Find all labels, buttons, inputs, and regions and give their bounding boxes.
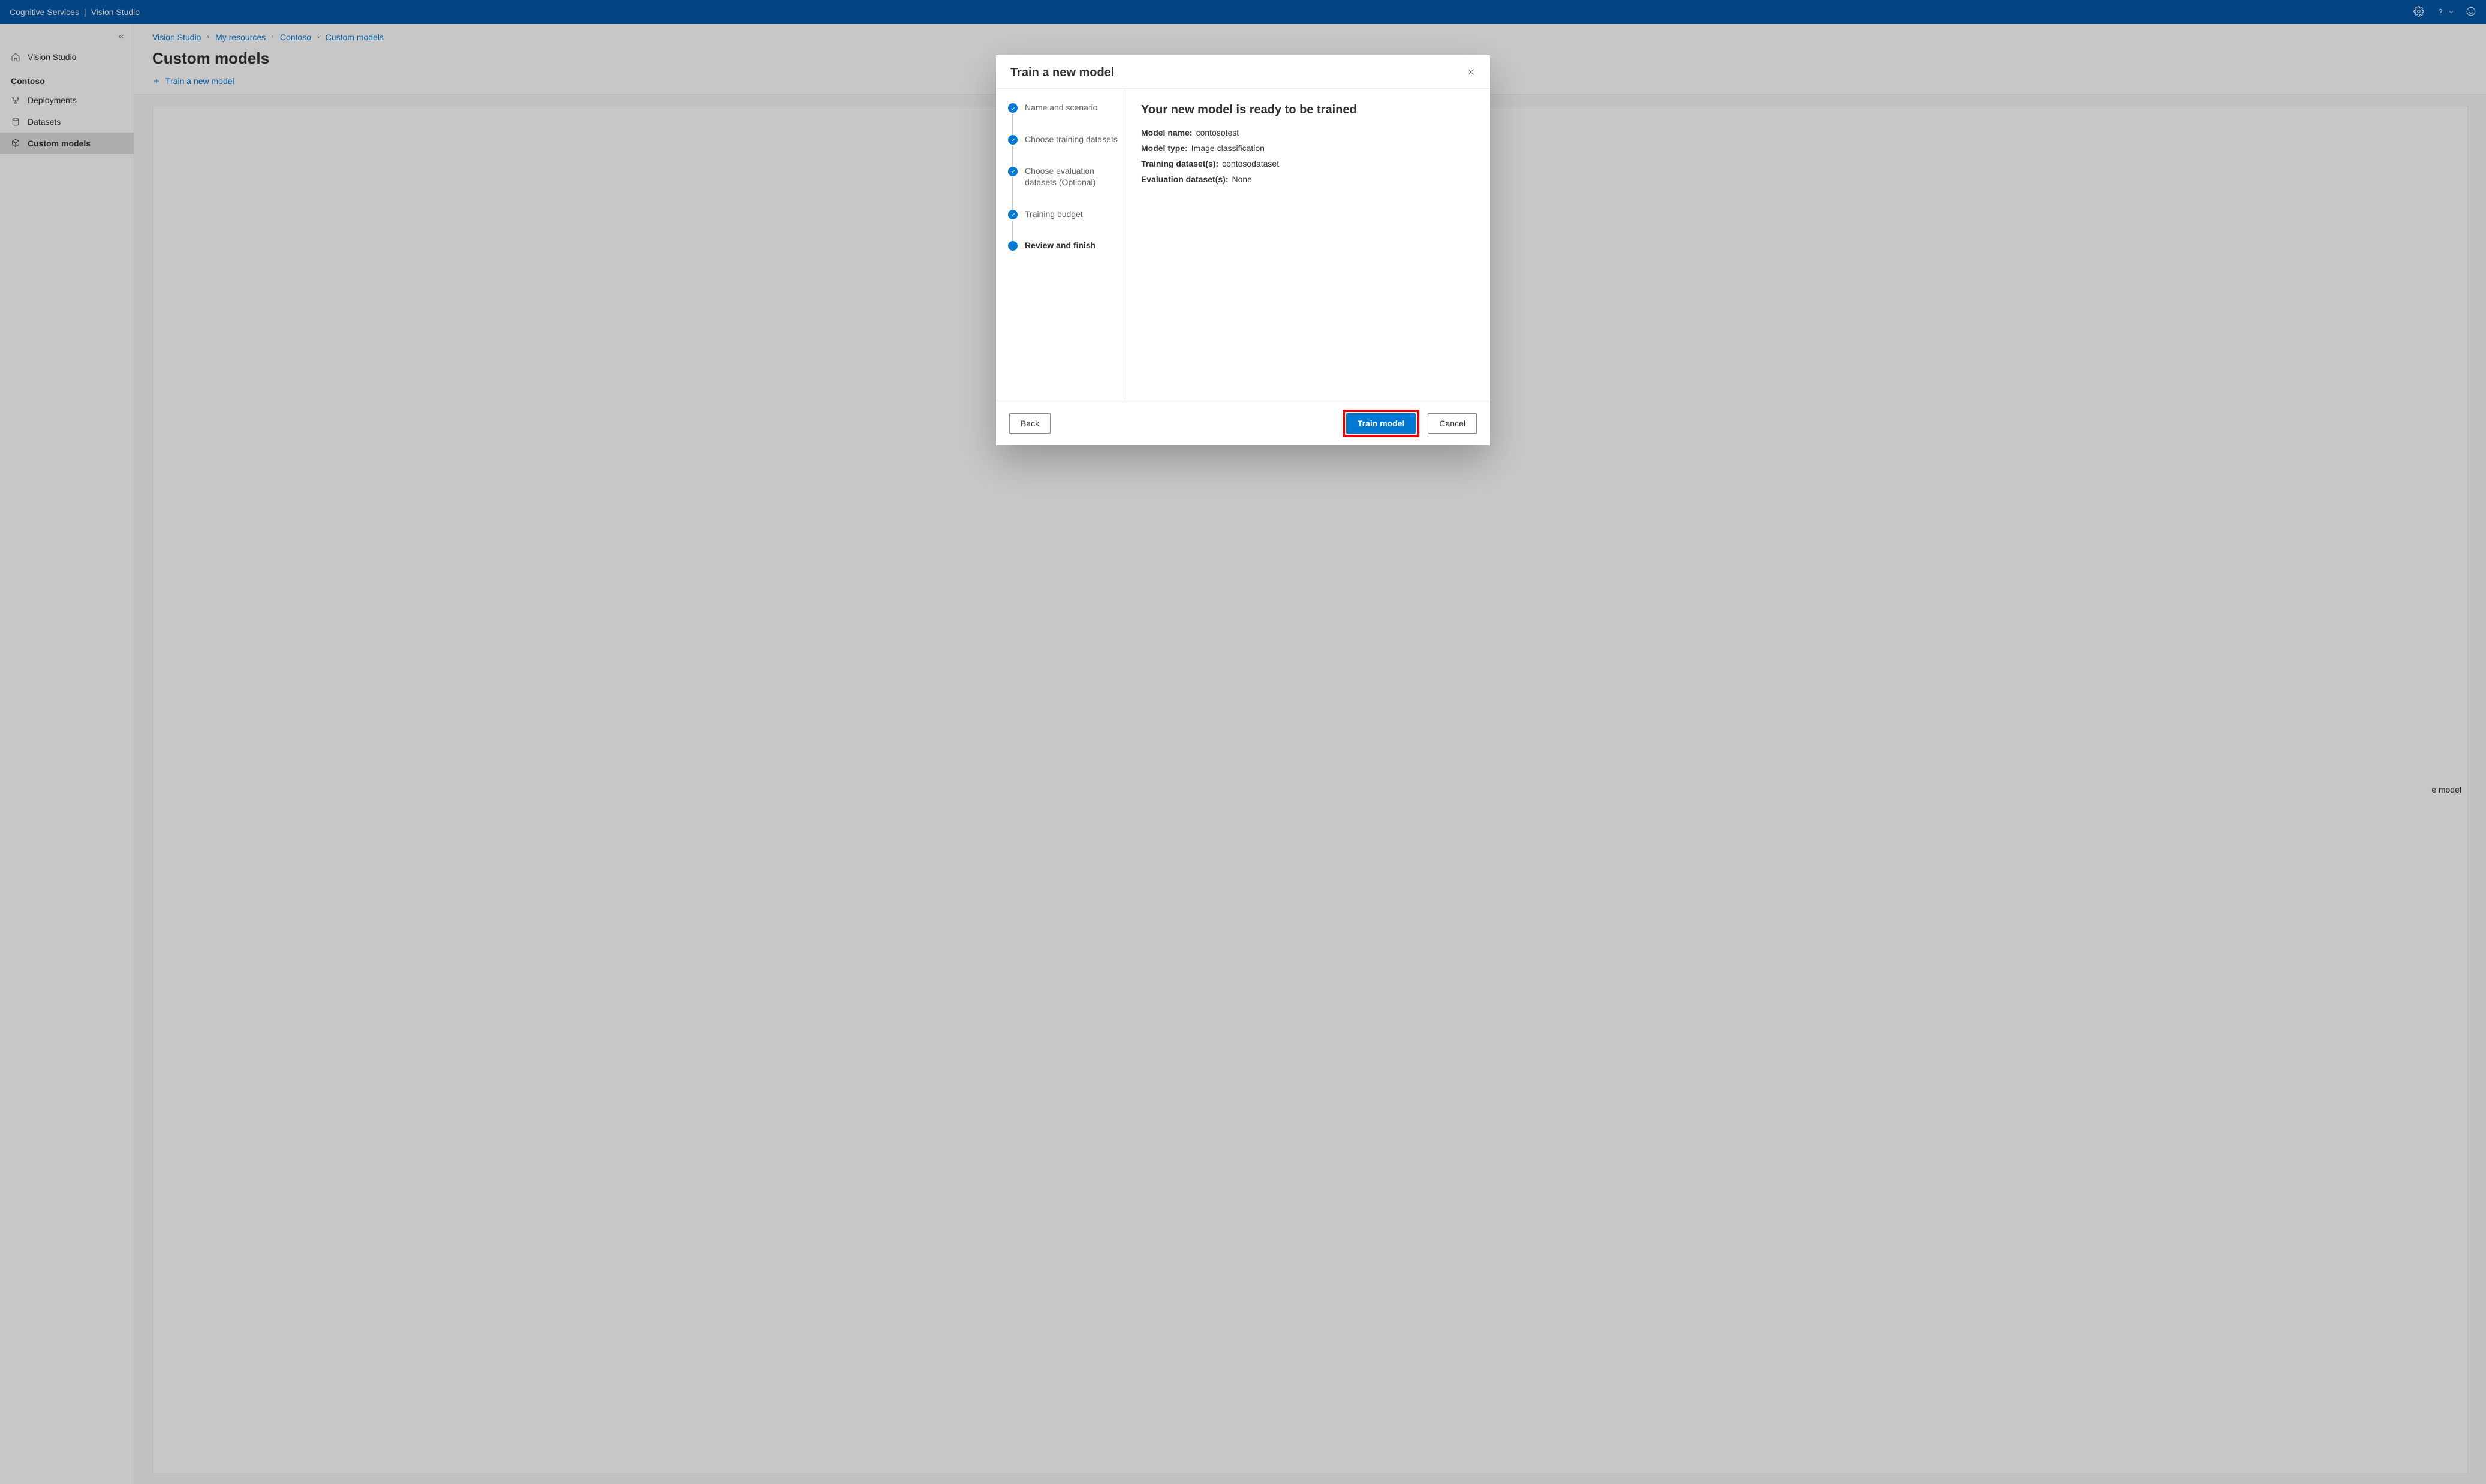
cancel-button[interactable]: Cancel [1428, 413, 1477, 434]
step-label: Name and scenario [1025, 102, 1097, 113]
close-icon [1466, 67, 1476, 77]
dialog-footer: Back Train model Cancel [996, 401, 1490, 445]
summary-value: contosodataset [1222, 159, 1279, 168]
summary-row: Model name: contosotest [1141, 128, 1474, 137]
summary-heading: Your new model is ready to be trained [1141, 103, 1474, 117]
close-button[interactable] [1466, 67, 1476, 79]
step-done-icon [1008, 167, 1018, 176]
summary-key: Training dataset(s): [1141, 159, 1218, 168]
train-button-highlight: Train model [1343, 410, 1420, 437]
summary-row: Evaluation dataset(s): None [1141, 174, 1474, 184]
review-summary: Your new model is ready to be trained Mo… [1125, 89, 1490, 401]
summary-key: Evaluation dataset(s): [1141, 174, 1228, 184]
summary-row: Training dataset(s): contosodataset [1141, 159, 1474, 168]
wizard-step[interactable]: Training budget [1008, 209, 1118, 240]
train-model-button[interactable]: Train model [1346, 413, 1416, 434]
step-done-icon [1008, 103, 1018, 113]
wizard-step[interactable]: Name and scenario [1008, 102, 1118, 134]
step-label: Choose training datasets [1025, 134, 1118, 145]
summary-key: Model type: [1141, 143, 1188, 153]
summary-value: Image classification [1191, 143, 1265, 153]
step-current-icon [1008, 241, 1018, 251]
step-label: Choose evaluation datasets (Optional) [1025, 165, 1118, 188]
wizard-step[interactable]: Choose evaluation datasets (Optional) [1008, 165, 1118, 209]
dialog-title: Train a new model [1010, 66, 1114, 80]
wizard-step[interactable]: Review and finish [1008, 240, 1118, 251]
summary-key: Model name: [1141, 128, 1193, 137]
train-model-dialog: Train a new model Name and scenario Choo… [996, 55, 1490, 445]
wizard-steps: Name and scenario Choose training datase… [996, 89, 1125, 401]
modal-overlay: Train a new model Name and scenario Choo… [0, 0, 2486, 1484]
summary-value: None [1232, 174, 1251, 184]
summary-value: contosotest [1196, 128, 1239, 137]
summary-row: Model type: Image classification [1141, 143, 1474, 153]
step-label: Training budget [1025, 209, 1083, 220]
step-done-icon [1008, 210, 1018, 219]
step-label: Review and finish [1025, 240, 1095, 251]
back-button[interactable]: Back [1009, 413, 1051, 434]
dialog-header: Train a new model [996, 55, 1490, 89]
step-done-icon [1008, 135, 1018, 145]
wizard-step[interactable]: Choose training datasets [1008, 134, 1118, 165]
